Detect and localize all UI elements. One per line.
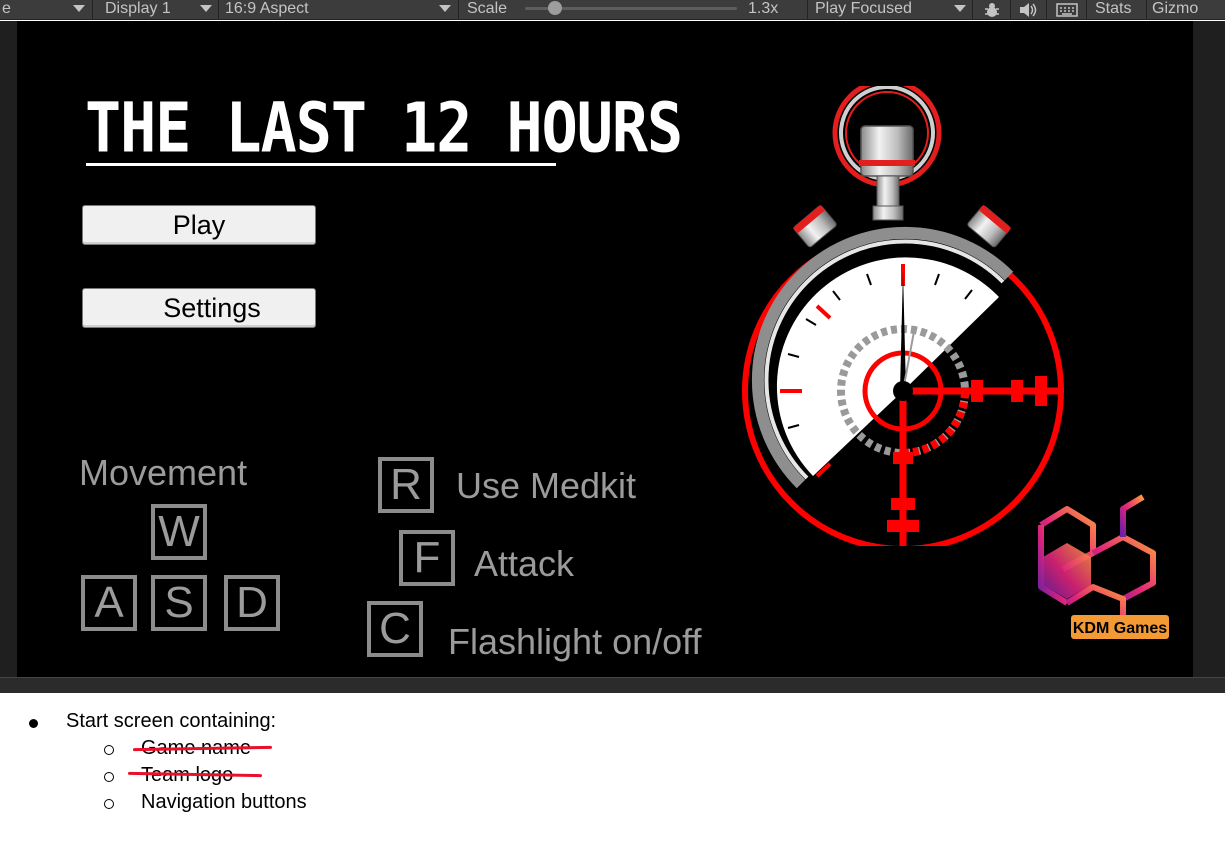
game-start-screen: THE LAST 12 HOURS Play Settings Movement… bbox=[17, 21, 1193, 677]
toolbar-divider bbox=[807, 0, 808, 20]
play-mode-dropdown-arrow-icon[interactable] bbox=[953, 0, 966, 20]
title-underline bbox=[86, 163, 556, 166]
medkit-label: Use Medkit bbox=[456, 465, 637, 506]
key-r: R bbox=[378, 457, 434, 513]
hollow-bullet-icon bbox=[104, 745, 114, 755]
flashlight-label: Flashlight on/off bbox=[448, 621, 702, 662]
key-d: D bbox=[224, 575, 280, 631]
toolbar-left-fragment[interactable]: e bbox=[2, 0, 16, 20]
toolbar-divider bbox=[1146, 0, 1147, 20]
keyboard-icon[interactable] bbox=[1054, 0, 1080, 20]
aspect-dropdown-arrow-icon[interactable] bbox=[438, 0, 451, 20]
game-title: THE LAST 12 HOURS bbox=[85, 88, 683, 169]
toolbar-divider bbox=[92, 0, 93, 20]
display-select[interactable]: Display 1 bbox=[105, 0, 171, 20]
display-dropdown-arrow-icon[interactable] bbox=[199, 0, 212, 20]
key-f: F bbox=[399, 530, 455, 586]
scale-value: 1.3x bbox=[748, 0, 779, 17]
game-view-toolbar: e Display 1 16:9 Aspect Scale 1.3x Play … bbox=[0, 0, 1225, 20]
aspect-select[interactable]: 16:9 Aspect bbox=[225, 0, 309, 20]
toolbar-divider bbox=[1046, 0, 1047, 20]
key-s: S bbox=[151, 575, 207, 631]
hollow-bullet-icon bbox=[104, 772, 114, 782]
attack-label: Attack bbox=[474, 543, 575, 584]
bullet-icon bbox=[29, 719, 38, 728]
logo-text: KDM Games bbox=[1073, 620, 1167, 637]
scale-slider-handle[interactable] bbox=[548, 1, 562, 15]
audio-icon[interactable] bbox=[1016, 0, 1040, 20]
game-view-panel: THE LAST 12 HOURS Play Settings Movement… bbox=[0, 21, 1225, 693]
settings-button[interactable]: Settings bbox=[82, 288, 316, 328]
team-logo-icon: KDM Games bbox=[1038, 494, 1169, 647]
game-view-bottom-bar bbox=[0, 677, 1225, 693]
key-a: A bbox=[81, 575, 137, 631]
note-item-navigation-buttons: Navigation buttons bbox=[141, 791, 307, 813]
play-mode-select[interactable]: Play Focused bbox=[815, 0, 912, 20]
left-dropdown-arrow-icon[interactable] bbox=[72, 0, 85, 20]
movement-label: Movement bbox=[79, 452, 248, 493]
gizmos-toggle[interactable]: Gizmo bbox=[1152, 0, 1225, 20]
scale-label: Scale bbox=[467, 0, 508, 17]
key-w: W bbox=[151, 504, 207, 560]
key-c: C bbox=[367, 601, 423, 657]
toolbar-divider bbox=[972, 0, 973, 20]
notes-heading: Start screen containing: bbox=[66, 710, 277, 732]
toolbar-divider bbox=[1086, 0, 1087, 20]
toolbar-divider bbox=[1010, 0, 1011, 20]
bug-icon[interactable] bbox=[980, 0, 1004, 20]
stats-toggle[interactable]: Stats bbox=[1095, 0, 1131, 20]
toolbar-divider bbox=[218, 0, 219, 20]
play-button[interactable]: Play bbox=[82, 205, 316, 245]
stopwatch-crosshair-icon bbox=[742, 86, 1064, 546]
toolbar-divider bbox=[458, 0, 459, 20]
hollow-bullet-icon bbox=[104, 799, 114, 809]
requirements-notes: Start screen containing: Game name Team … bbox=[0, 693, 1225, 842]
